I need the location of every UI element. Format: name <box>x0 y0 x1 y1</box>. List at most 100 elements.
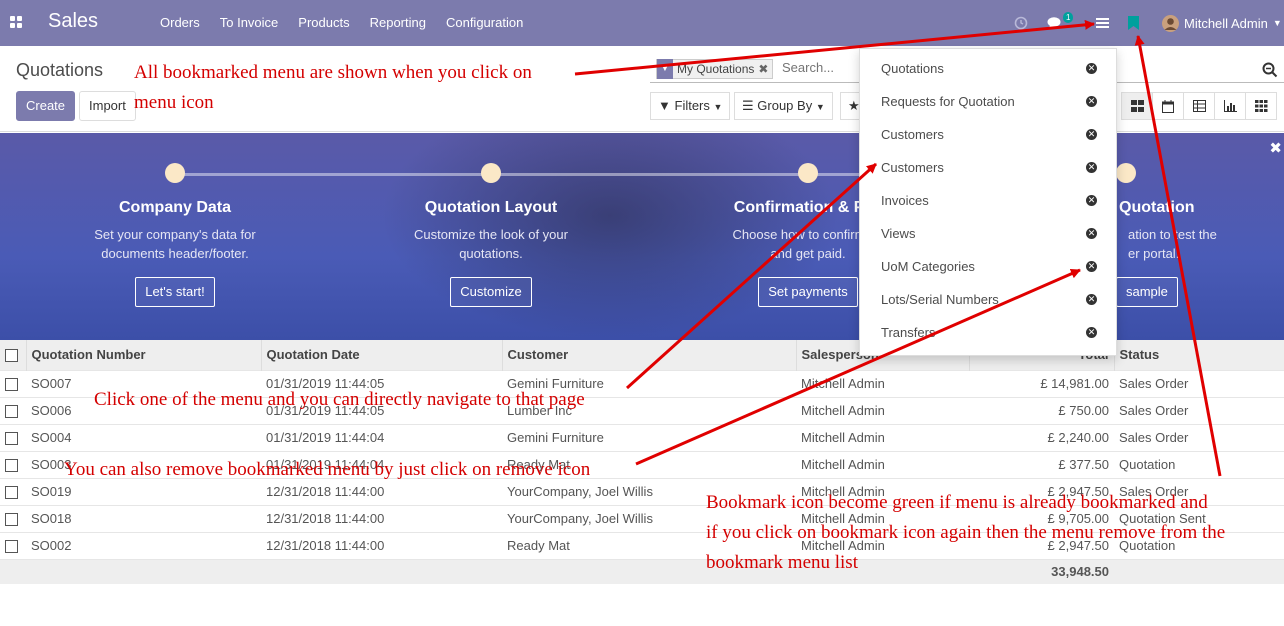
step-dot <box>798 163 818 183</box>
annotation-bookmarks-shown: All bookmarked menu are shown when you c… <box>134 62 532 113</box>
groupby-label: Group By <box>757 98 813 113</box>
bookmark-icon[interactable] <box>1128 0 1139 46</box>
remove-bookmark-icon[interactable]: ✕ <box>1086 195 1097 206</box>
menu-products[interactable]: Products <box>288 0 359 46</box>
bookmark-menu-icon[interactable] <box>1096 0 1109 46</box>
bookmark-item-label: Views <box>881 226 916 241</box>
lets-start-button[interactable]: Let's start! <box>135 277 215 307</box>
step-dot <box>481 163 501 183</box>
cell-total: £ 750.00 <box>969 396 1114 424</box>
remove-bookmark-icon[interactable]: ✕ <box>1086 294 1097 305</box>
col-status[interactable]: Status <box>1114 340 1284 370</box>
cell-customer: Gemini Furniture <box>502 423 796 451</box>
funnel-icon: ▼ <box>658 98 671 113</box>
bookmark-item[interactable]: Views ✕ <box>860 217 1118 250</box>
cell-total: £ 377.50 <box>969 450 1114 478</box>
user-menu[interactable]: Mitchell Admin ▼ <box>1162 0 1282 46</box>
bookmark-item-label: Invoices <box>881 193 929 208</box>
remove-bookmark-icon[interactable]: ✕ <box>1086 96 1097 107</box>
kanban-view-icon[interactable] <box>1121 92 1153 120</box>
step-dot <box>165 163 185 183</box>
top-navbar: Sales Orders To Invoice Products Reporti… <box>0 0 1284 46</box>
list-view-icon[interactable] <box>1245 92 1277 120</box>
activity-icon[interactable] <box>1014 0 1028 46</box>
bookmark-item[interactable]: Invoices ✕ <box>860 184 1118 217</box>
cell-total: £ 14,981.00 <box>969 369 1114 397</box>
caret-icon: ▼ <box>713 102 723 112</box>
row-checkbox[interactable] <box>0 504 26 532</box>
menu-reporting[interactable]: Reporting <box>360 0 436 46</box>
step-desc: Customize the look of your quotations. <box>414 227 568 261</box>
bookmark-item[interactable]: Lots/Serial Numbers ✕ <box>860 283 1118 316</box>
sample-button[interactable]: sample <box>1116 277 1178 307</box>
step-title: Company Data <box>118 199 232 216</box>
menu-orders[interactable]: Orders <box>150 0 210 46</box>
step-quotation-layout: Quotation Layout Customize the look of y… <box>381 163 601 307</box>
col-quotation-number[interactable]: Quotation Number <box>26 340 262 370</box>
breadcrumb[interactable]: Quotations <box>16 60 103 81</box>
customize-button[interactable]: Customize <box>450 277 532 307</box>
calendar-view-icon[interactable] <box>1152 92 1184 120</box>
pivot-view-icon[interactable] <box>1183 92 1215 120</box>
bookmark-item[interactable]: Requests for Quotation ✕ <box>860 85 1118 118</box>
groupby-button[interactable]: ☰ Group By ▼ <box>734 92 833 120</box>
app-title: Sales <box>48 10 99 32</box>
bookmark-dropdown: Quotations ✕ Requests for Quotation ✕ Custom… <box>859 48 1117 356</box>
bookmark-item-label: Customers <box>881 127 944 142</box>
select-all-checkbox[interactable] <box>0 340 27 370</box>
cell-number: SO004 <box>26 423 261 451</box>
apps-menu-icon[interactable] <box>10 16 23 29</box>
cell-date: 12/31/2018 11:44:00 <box>261 504 502 532</box>
table-row[interactable]: SO004 01/31/2019 11:44:04 Gemini Furniture… <box>0 423 1284 451</box>
row-checkbox[interactable] <box>0 369 26 397</box>
bookmark-item-label: UoM Categories <box>881 259 975 274</box>
import-button[interactable]: Import <box>79 91 136 121</box>
row-checkbox[interactable] <box>0 396 26 424</box>
cell-salesperson: Mitchell Admin <box>796 369 969 397</box>
row-checkbox[interactable] <box>0 531 26 559</box>
set-payments-button[interactable]: Set payments <box>758 277 858 307</box>
bookmark-item[interactable]: Transfers ✕ <box>860 316 1118 349</box>
search-facet[interactable]: ▼ My Quotations ✖ <box>656 59 774 79</box>
bookmark-item[interactable]: Customers ✕ <box>860 118 1118 151</box>
bookmark-item[interactable]: Quotations ✕ <box>860 52 1118 85</box>
row-checkbox[interactable] <box>0 450 26 478</box>
step-title: Quotation Layout <box>424 199 558 216</box>
chevron-down-icon: ▼ <box>1272 18 1282 28</box>
remove-bookmark-icon[interactable]: ✕ <box>1086 261 1097 272</box>
remove-bookmark-icon[interactable]: ✕ <box>1086 129 1097 140</box>
bookmark-item-label: Quotations <box>881 61 944 76</box>
search-icon[interactable] <box>1262 62 1278 78</box>
view-switcher <box>1121 92 1277 120</box>
filters-button[interactable]: ▼ Filters ▼ <box>650 92 731 120</box>
cell-status: Sales Order <box>1114 423 1284 451</box>
menu-configuration[interactable]: Configuration <box>436 0 533 46</box>
row-checkbox[interactable] <box>0 477 26 505</box>
cell-status: Sales Order <box>1114 369 1284 397</box>
caret-icon: ▼ <box>815 102 825 112</box>
bookmark-item[interactable]: UoM Categories ✕ <box>860 250 1118 283</box>
remove-bookmark-icon[interactable]: ✕ <box>1086 162 1097 173</box>
bookmark-item-label: Transfers <box>881 325 936 340</box>
step-dot <box>1116 163 1136 183</box>
col-quotation-date[interactable]: Quotation Date <box>261 340 503 370</box>
annotation-green-bookmark: Bookmark icon become green if menu is al… <box>706 492 1226 573</box>
cell-salesperson: Mitchell Admin <box>796 423 969 451</box>
close-icon[interactable]: ✖ <box>1269 139 1282 157</box>
remove-bookmark-icon[interactable]: ✕ <box>1086 327 1097 338</box>
bookmark-item[interactable]: Customers ✕ <box>860 151 1118 184</box>
filter-icon: ▼ <box>657 59 673 79</box>
create-button[interactable]: Create <box>16 91 76 121</box>
cell-salesperson: Mitchell Admin <box>796 396 969 424</box>
remove-bookmark-icon[interactable]: ✕ <box>1086 228 1097 239</box>
cell-salesperson: Mitchell Admin <box>796 450 969 478</box>
facet-remove-icon[interactable]: ✖ <box>758 62 768 76</box>
graph-view-icon[interactable] <box>1214 92 1246 120</box>
col-customer[interactable]: Customer <box>502 340 797 370</box>
bookmark-item-label: Customers <box>881 160 944 175</box>
user-name: Mitchell Admin <box>1184 15 1268 31</box>
remove-bookmark-icon[interactable]: ✕ <box>1086 63 1097 74</box>
menu-to-invoice[interactable]: To Invoice <box>210 0 289 46</box>
messages-icon[interactable]: 1 <box>1047 0 1077 46</box>
row-checkbox[interactable] <box>0 423 26 451</box>
